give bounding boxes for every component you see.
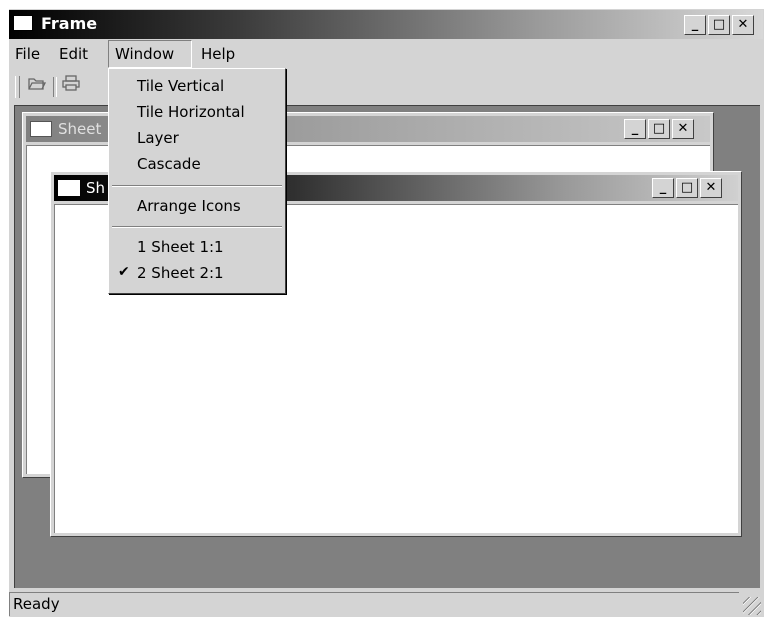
close-button[interactable]: ✕: [700, 178, 722, 198]
print-icon[interactable]: [59, 75, 83, 99]
document-icon: [58, 180, 80, 196]
toolbar-grip[interactable]: [15, 76, 20, 98]
menu-file[interactable]: File: [9, 40, 46, 68]
window-icon: [13, 15, 33, 31]
maximize-button[interactable]: □: [708, 15, 730, 35]
status-bar: Ready: [9, 590, 763, 617]
child-title: Sh: [86, 179, 106, 197]
menu-separator: [112, 185, 282, 187]
maximize-button[interactable]: □: [676, 178, 698, 198]
menu-item-sheet-1[interactable]: 1 Sheet 1:1: [137, 238, 224, 256]
window-title: Frame: [41, 14, 98, 33]
checkmark-icon: ✔: [118, 264, 130, 280]
minimize-button[interactable]: _: [624, 119, 646, 139]
menu-help[interactable]: Help: [195, 40, 241, 68]
menu-bar: File Edit Window Help: [9, 40, 763, 68]
menu-item-cascade[interactable]: Cascade: [137, 155, 201, 173]
menu-item-layer[interactable]: Layer: [137, 129, 179, 147]
title-bar[interactable]: Frame _ □ ✕: [9, 10, 763, 39]
menu-item-tile-vertical[interactable]: Tile Vertical: [137, 77, 224, 95]
resize-grip[interactable]: [743, 597, 761, 615]
menu-window[interactable]: Window: [108, 40, 192, 68]
document-icon: [30, 121, 52, 137]
close-button[interactable]: ✕: [732, 15, 754, 35]
menu-edit[interactable]: Edit: [53, 40, 94, 68]
menu-item-sheet-2[interactable]: 2 Sheet 2:1: [137, 264, 224, 282]
close-button[interactable]: ✕: [672, 119, 694, 139]
menu-item-arrange-icons[interactable]: Arrange Icons: [137, 197, 241, 215]
open-folder-icon[interactable]: [25, 75, 49, 99]
minimize-button[interactable]: _: [684, 15, 706, 35]
menu-separator: [112, 226, 282, 228]
minimize-button[interactable]: _: [652, 178, 674, 198]
status-text: Ready: [9, 592, 739, 616]
child-title: Sheet: [58, 120, 102, 138]
menu-item-tile-horizontal[interactable]: Tile Horizontal: [137, 103, 245, 121]
maximize-button[interactable]: □: [648, 119, 670, 139]
window-menu-dropdown: Tile Vertical Tile Horizontal Layer Casc…: [108, 68, 286, 294]
